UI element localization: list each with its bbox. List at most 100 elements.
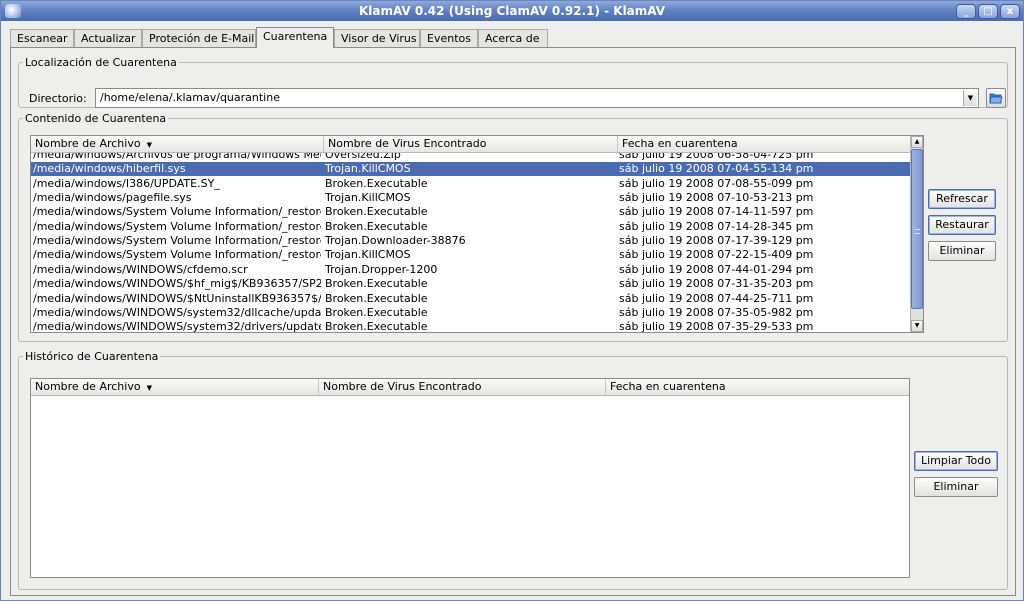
- cell-file: /media/windows/pagefile.sys: [33, 191, 192, 205]
- cell-file: /media/windows/System Volume Information…: [33, 219, 321, 233]
- cell-date: sáb julio 19 2008 07-44-01-294 pm: [619, 262, 814, 276]
- history-list-header: Nombre de Archivo ▼ Nombre de Virus Encon…: [31, 379, 909, 396]
- browse-folder-button[interactable]: [986, 88, 1006, 108]
- cell-virus: Broken.Executable: [325, 219, 428, 233]
- directory-combobox[interactable]: /home/elena/.klamav/quarantine ▼: [95, 88, 979, 108]
- quarantine-history-group: Histórico de Cuarentena Nombre de Archiv…: [18, 350, 1008, 590]
- table-row[interactable]: /media/windows/WINDOWS/system32/drivers/…: [31, 320, 923, 332]
- title-bar[interactable]: KlamAV 0.42 (Using ClamAV 0.92.1) - Klam…: [1, 1, 1023, 21]
- table-row[interactable]: /media/windows/System Volume Information…: [31, 234, 923, 248]
- contents-scrollbar[interactable]: ▲ ▼: [910, 136, 923, 332]
- cell-virus: Trojan.KillCMOS: [325, 248, 411, 262]
- tab-visor-de-virus[interactable]: Visor de Virus: [334, 29, 420, 48]
- cell-date: sáb julio 19 2008 07-08-55-099 pm: [619, 176, 814, 190]
- cell-file: /media/windows/WINDOWS/$NtUninstallKB936…: [33, 291, 321, 305]
- history-column-quarantine-date[interactable]: Fecha en cuarentena: [605, 379, 909, 395]
- table-row[interactable]: /media/windows/System Volume Information…: [31, 248, 923, 262]
- cell-virus: Trojan.Downloader-38876: [325, 234, 466, 248]
- sort-arrow-icon: ▼: [146, 384, 152, 392]
- cell-file: /media/windows/WINDOWS/system32/dllcache…: [33, 305, 321, 319]
- tab-cuarentena[interactable]: Cuarentena: [256, 27, 334, 48]
- cell-virus: Broken.Executable: [325, 205, 428, 219]
- directory-value: /home/elena/.klamav/quarantine: [100, 91, 280, 104]
- cell-date: sáb julio 19 2008 07-35-05-982 pm: [619, 305, 814, 319]
- maximize-button[interactable]: □: [978, 4, 998, 19]
- tab-escanear[interactable]: Escanear: [10, 29, 74, 48]
- quarantine-contents-group: Contenido de Cuarentena Nombre de Archiv…: [18, 112, 1008, 342]
- cell-date: sáb julio 19 2008 07-22-15-409 pm: [619, 248, 814, 262]
- cell-file: /media/windows/System Volume Information…: [33, 205, 321, 219]
- tab-acerca-de[interactable]: Acerca de: [478, 29, 548, 48]
- sort-arrow-icon: ▼: [146, 141, 152, 149]
- cell-date: sáb julio 19 2008 07-35-29-533 pm: [619, 320, 814, 332]
- table-row[interactable]: /media/windows/I386/UPDATE.SY_ Broken.Exe…: [31, 177, 923, 191]
- close-button[interactable]: x: [1000, 4, 1020, 19]
- cell-file: /media/windows/WINDOWS/system32/drivers/…: [33, 320, 321, 332]
- table-row[interactable]: /media/windows/WINDOWS/cfdemo.scr Trojan.…: [31, 263, 923, 277]
- scroll-up-icon[interactable]: ▲: [911, 136, 923, 148]
- cell-virus: Oversized.Zip: [325, 153, 401, 161]
- history-column-file-name[interactable]: Nombre de Archivo ▼: [31, 379, 320, 395]
- cell-virus: Broken.Executable: [325, 176, 428, 190]
- column-quarantine-date[interactable]: Fecha en cuarentena: [617, 136, 911, 152]
- cell-file: /media/windows/I386/UPDATE.SY_: [33, 176, 220, 190]
- quarantine-location-title: Localización de Cuarentena: [25, 56, 177, 69]
- table-row[interactable]: /media/windows/WINDOWS/$hf_mig$/KB936357…: [31, 277, 923, 291]
- quarantine-tab-panel: Localización de Cuarentena Directorio: /…: [10, 47, 1016, 596]
- table-row[interactable]: /media/windows/pagefile.sys Trojan.KillCM…: [31, 191, 923, 205]
- quarantine-location-group: Localización de Cuarentena Directorio: /…: [18, 56, 1008, 108]
- tab-eventos[interactable]: Eventos: [420, 29, 478, 48]
- chevron-down-icon[interactable]: ▼: [963, 90, 977, 106]
- minimize-button[interactable]: _: [956, 4, 976, 19]
- contents-list-body: /media/windows/Archivos de programa/Wind…: [31, 153, 923, 332]
- window-title: KlamAV 0.42 (Using ClamAV 0.92.1) - Klam…: [358, 4, 666, 18]
- table-row[interactable]: /media/windows/WINDOWS/system32/dllcache…: [31, 306, 923, 320]
- cell-file: /media/windows/System Volume Information…: [33, 234, 321, 248]
- column-file-name[interactable]: Nombre de Archivo ▼: [31, 136, 325, 152]
- delete-history-button[interactable]: Eliminar: [914, 477, 998, 497]
- refresh-button[interactable]: Refrescar: [928, 189, 996, 209]
- cell-date: sáb julio 19 2008 07-14-11-597 pm: [619, 205, 814, 219]
- quarantine-history-list[interactable]: Nombre de Archivo ▼ Nombre de Virus Encon…: [30, 378, 910, 578]
- cell-date: sáb julio 19 2008 06-58-04-725 pm: [619, 153, 814, 161]
- cell-file: /media/windows/WINDOWS/$hf_mig$/KB936357…: [33, 277, 321, 291]
- cell-date: sáb julio 19 2008 07-04-55-134 pm: [619, 162, 814, 176]
- cell-virus: Trojan.Dropper-1200: [325, 262, 438, 276]
- table-row[interactable]: /media/windows/System Volume Information…: [31, 220, 923, 234]
- tab-actualizar[interactable]: Actualizar: [74, 29, 142, 48]
- history-column-virus-name[interactable]: Nombre de Virus Encontrado: [318, 379, 607, 395]
- cell-virus: Broken.Executable: [325, 291, 428, 305]
- delete-quarantined-button[interactable]: Eliminar: [928, 241, 996, 261]
- cell-file: /media/windows/Archivos de programa/Wind…: [33, 153, 321, 161]
- table-row[interactable]: /media/windows/hiberfil.sys Trojan.KillCM…: [31, 162, 923, 177]
- contents-list-header: Nombre de Archivo ▼ Nombre de Virus Encon…: [31, 136, 923, 153]
- cell-file: /media/windows/System Volume Information…: [33, 248, 321, 262]
- cell-virus: Broken.Executable: [325, 277, 428, 291]
- cell-file: /media/windows/WINDOWS/cfdemo.scr: [33, 262, 248, 276]
- cell-date: sáb julio 19 2008 07-17-39-129 pm: [619, 234, 814, 248]
- cell-virus: Trojan.KillCMOS: [325, 191, 411, 205]
- restore-button[interactable]: Restaurar: [928, 215, 996, 235]
- history-list-body: [31, 396, 909, 577]
- scrollbar-thumb[interactable]: [911, 149, 923, 309]
- tab-email-protection[interactable]: Proteción de E-Mail: [142, 29, 256, 48]
- clear-all-button[interactable]: Limpiar Todo: [914, 451, 998, 471]
- cell-date: sáb julio 19 2008 07-14-28-345 pm: [619, 219, 814, 233]
- cell-virus: Broken.Executable: [325, 305, 428, 319]
- quarantine-contents-list[interactable]: Nombre de Archivo ▼ Nombre de Virus Encon…: [30, 135, 924, 333]
- klamav-window: KlamAV 0.42 (Using ClamAV 0.92.1) - Klam…: [0, 0, 1024, 601]
- cell-date: sáb julio 19 2008 07-44-25-711 pm: [619, 291, 814, 305]
- cell-file: /media/windows/hiberfil.sys: [33, 162, 186, 176]
- table-row[interactable]: /media/windows/Archivos de programa/Wind…: [31, 153, 923, 162]
- table-row[interactable]: /media/windows/WINDOWS/$NtUninstallKB936…: [31, 292, 923, 306]
- cell-virus: Broken.Executable: [325, 320, 428, 332]
- cell-date: sáb julio 19 2008 07-10-53-213 pm: [619, 191, 814, 205]
- directory-label: Directorio:: [29, 92, 87, 105]
- table-row[interactable]: /media/windows/System Volume Information…: [31, 205, 923, 219]
- scroll-down-icon[interactable]: ▼: [911, 320, 923, 332]
- folder-open-icon: [989, 93, 1003, 104]
- cell-virus: Trojan.KillCMOS: [325, 162, 411, 176]
- column-virus-name[interactable]: Nombre de Virus Encontrado: [323, 136, 619, 152]
- cell-date: sáb julio 19 2008 07-31-35-203 pm: [619, 277, 814, 291]
- klamav-app-icon[interactable]: [5, 4, 21, 18]
